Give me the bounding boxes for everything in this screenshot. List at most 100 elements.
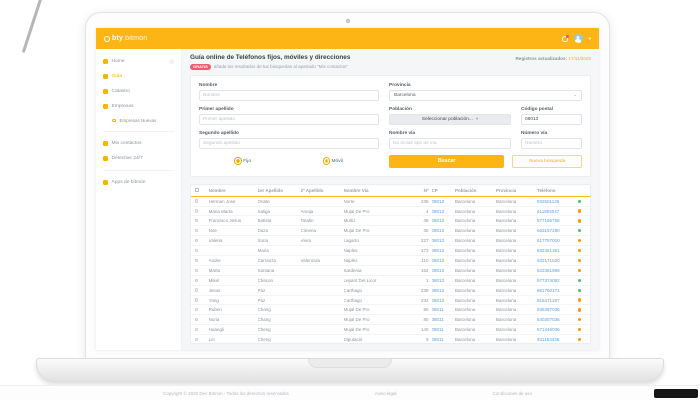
sidebar-item-mis-contactos[interactable]: Mis contactos (96, 136, 181, 151)
table-row[interactable]: Herman JoseOnateNorte23508013BarcelonaBa… (191, 197, 590, 207)
sidebar-item-empresas-nuevas[interactable]: Empresas Nuevas (96, 114, 181, 127)
select-all-checkbox[interactable] (195, 188, 209, 193)
cell-telefono[interactable]: 936397036 (537, 307, 572, 312)
status-orange-phone-icon[interactable] (578, 249, 581, 252)
cell-cp: 08011 (432, 337, 455, 342)
status-orange-phone-icon[interactable] (578, 239, 581, 242)
corner-widget-button[interactable] (654, 389, 698, 398)
cell-telefono[interactable]: 611804047 (537, 209, 572, 214)
table-row[interactable]: Francisco JesusBatistaTotalinMuñiz480801… (191, 216, 590, 226)
cell-poblacion: Barcelona (455, 258, 496, 263)
row-checkbox[interactable] (195, 258, 209, 263)
radio-movil[interactable]: Móvil (324, 158, 343, 164)
sidebar-item-home[interactable]: Home◎ (96, 54, 181, 69)
col-header-nombre-via: Nombre Vía (344, 188, 416, 193)
cell-telefono[interactable]: 677166756 (537, 218, 572, 223)
cell-telefono[interactable]: 671446036 (537, 327, 572, 332)
poblacion-select[interactable]: Seleccionar población... ▾ (389, 114, 511, 125)
table-row[interactable]: LeiChengDiputació908011BarcelonaBarcelon… (191, 335, 590, 344)
cell-telefono[interactable]: 617757010 (537, 238, 572, 243)
cell-telefono[interactable]: 932461361 (537, 248, 572, 253)
numvia-input[interactable] (521, 138, 582, 149)
brand-logo[interactable]: bty bitmón (104, 35, 147, 42)
footer-legal-link[interactable]: Aviso legal (375, 391, 397, 396)
row-checkbox[interactable] (195, 327, 209, 332)
cell-via: Mujal De Pro (344, 228, 416, 233)
row-checkbox[interactable] (195, 278, 209, 283)
table-row[interactable]: Maria MartaSaligaAmajaMujal De Pro408013… (191, 207, 590, 217)
cell-telefono[interactable]: 931153436 (537, 337, 572, 342)
table-row[interactable]: RubenChangMujal De Pro8008011BarcelonaBa… (191, 305, 590, 315)
status-orange-phone-icon[interactable] (578, 219, 581, 222)
cell-telefono[interactable]: 663157280 (537, 228, 572, 233)
status-orange-phone-icon[interactable] (578, 308, 581, 311)
table-row[interactable]: HuangliChengMujal De Pro14008011Barcelon… (191, 325, 590, 335)
status-green-phone-icon[interactable] (578, 229, 581, 232)
cell-telefono[interactable]: 661760171 (537, 288, 572, 293)
cell-telefono[interactable]: 677374082 (537, 278, 572, 283)
table-row[interactable]: NuriaChangMujal De Pro8008011BarcelonaBa… (191, 315, 590, 325)
table-row[interactable]: NoeDazaCimenaMujal De Pro3008013Barcelon… (191, 226, 590, 236)
status-orange-phone-icon[interactable] (578, 269, 581, 272)
cell-telefono[interactable]: 932501135 (537, 199, 572, 204)
row-checkbox[interactable] (195, 238, 209, 243)
pin-sidebar-icon[interactable]: ◎ (169, 59, 174, 65)
buscar-button[interactable]: Buscar (389, 155, 504, 168)
status-green-phone-icon[interactable] (578, 289, 581, 292)
cell-provincia: Barcelona (496, 317, 537, 322)
status-green-phone-icon[interactable] (578, 279, 581, 282)
table-row[interactable]: MikelChaconLepant Del Licor108013Barcelo… (191, 276, 590, 286)
sidebar-item-guia[interactable]: Guía (96, 69, 181, 84)
status-orange-phone-icon[interactable] (578, 209, 581, 212)
nueva-busqueda-button[interactable]: Nueva búsqueda (512, 155, 582, 168)
notifications-bell-icon[interactable] (562, 36, 568, 42)
cp-input[interactable] (521, 114, 582, 125)
sidebar-item-catastro[interactable]: Catastro (96, 84, 181, 99)
status-orange-phone-icon[interactable] (578, 298, 581, 301)
row-checkbox[interactable] (195, 199, 209, 204)
row-checkbox[interactable] (195, 337, 209, 342)
status-orange-phone-icon[interactable] (578, 328, 581, 331)
user-menu-caret-icon[interactable]: ▾ (589, 36, 591, 42)
footer-terms-link[interactable]: Condiciones de uso (492, 391, 532, 396)
table-row[interactable]: ValeriaSoriaVieraLagarto22708013Barcelon… (191, 236, 590, 246)
user-avatar[interactable] (574, 34, 583, 43)
table-row[interactable]: MartaSantanaSardenia16208013BarcelonaBar… (191, 266, 590, 276)
nombre-input[interactable] (199, 90, 379, 101)
poblacion-value: Seleccionar población... (422, 117, 473, 122)
table-row[interactable]: JesusPazCarthago23908013BarcelonaBarcelo… (191, 286, 590, 296)
cell-apellido1: Carranza (258, 258, 301, 263)
row-checkbox[interactable] (195, 248, 209, 253)
provincia-select[interactable]: Barcelona ⌄ (389, 90, 582, 101)
row-checkbox[interactable] (195, 317, 209, 322)
cell-telefono[interactable]: 622361998 (537, 268, 572, 273)
status-orange-phone-icon[interactable] (578, 318, 581, 321)
cell-telefono[interactable]: 616471207 (537, 298, 572, 303)
cell-telefono[interactable]: 640307036 (537, 317, 572, 322)
via-input[interactable] (389, 138, 511, 149)
status-green-phone-icon[interactable] (578, 200, 581, 203)
status-orange-phone-icon[interactable] (578, 338, 581, 341)
apellido1-input[interactable] (199, 114, 379, 125)
radio-fijo[interactable]: Fijo (235, 158, 251, 164)
cell-telefono[interactable]: 933171520 (537, 258, 572, 263)
cell-poblacion: Barcelona (455, 268, 496, 273)
row-checkbox[interactable] (195, 228, 209, 233)
row-checkbox[interactable] (195, 268, 209, 273)
sidebar-item-detective-24-7[interactable]: Detective 24/7 (96, 151, 181, 166)
row-checkbox[interactable] (195, 307, 209, 312)
records-updated-label: Registros actualizados: (515, 56, 567, 61)
cell-poblacion: Barcelona (455, 238, 496, 243)
table-row[interactable]: AndreCarranzaValenzulaNaples11008013Barc… (191, 256, 590, 266)
row-checkbox[interactable] (195, 209, 209, 214)
row-checkbox[interactable] (195, 298, 209, 303)
sidebar-item-empresas[interactable]: Empresas (96, 99, 181, 114)
row-checkbox[interactable] (195, 218, 209, 223)
row-checkbox[interactable] (195, 288, 209, 293)
table-row[interactable]: MariaNaples17308013BarcelonaBarcelona932… (191, 246, 590, 256)
sidebar-item-apps-de-bitmon[interactable]: Apps de bitmón (96, 175, 181, 190)
status-orange-phone-icon[interactable] (578, 259, 581, 262)
cell-cp: 08013 (432, 268, 455, 273)
table-row[interactable]: YangPazCarthago23208013BarcelonaBarcelon… (191, 296, 590, 306)
apellido2-input[interactable] (199, 138, 379, 149)
